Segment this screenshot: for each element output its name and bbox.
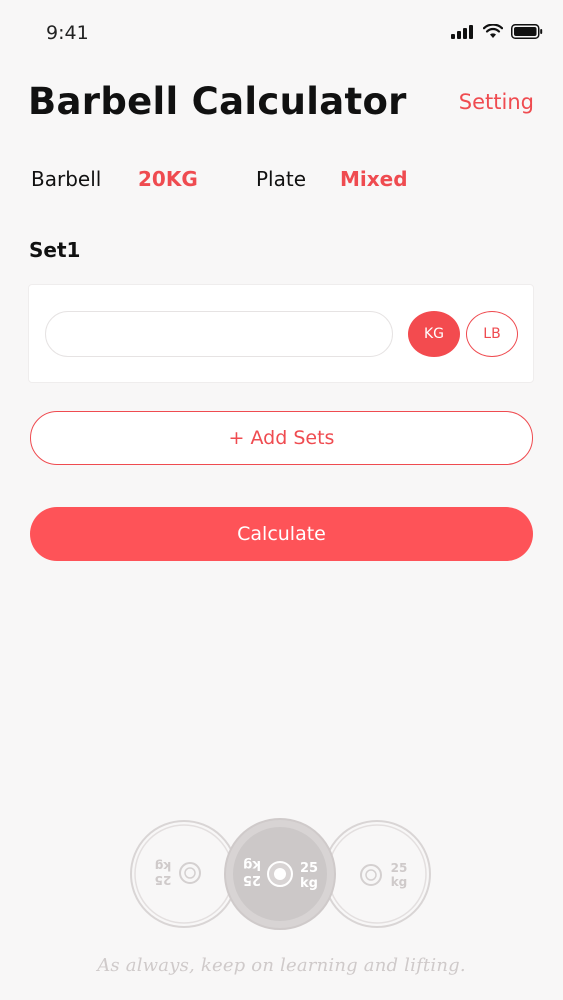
plate-center-value-mirror: 25 bbox=[243, 872, 261, 887]
battery-icon bbox=[511, 24, 543, 39]
weight-input[interactable] bbox=[45, 311, 393, 357]
wifi-icon bbox=[483, 24, 503, 38]
unit-kg-button[interactable]: KG bbox=[408, 311, 460, 357]
setting-link[interactable]: Setting bbox=[459, 90, 534, 114]
cellular-signal-icon bbox=[451, 24, 473, 39]
barbell-label: Barbell bbox=[31, 167, 102, 191]
barbell-value-selector[interactable]: 20KG bbox=[138, 167, 198, 191]
calculate-button[interactable]: Calculate bbox=[30, 507, 533, 561]
unit-lb-button[interactable]: LB bbox=[466, 311, 518, 357]
set-label: Set1 bbox=[29, 238, 81, 262]
plate-left-unit: kg bbox=[155, 859, 172, 873]
status-time: 9:41 bbox=[46, 22, 89, 44]
add-sets-button[interactable]: + Add Sets bbox=[30, 411, 533, 465]
status-bar: 9:41 bbox=[0, 0, 563, 66]
page-title: Barbell Calculator bbox=[28, 80, 407, 123]
plate-left: 25 kg bbox=[130, 820, 238, 928]
plate-center-unit: kg bbox=[300, 876, 318, 891]
plate-center-unit-mirror: kg bbox=[243, 857, 261, 872]
motto-text: As always, keep on learning and lifting. bbox=[97, 955, 466, 976]
plate-right: 25 kg bbox=[323, 820, 431, 928]
plate-left-value: 25 bbox=[155, 873, 172, 887]
plate-center-value: 25 bbox=[300, 861, 318, 876]
plate-label: Plate bbox=[256, 167, 307, 191]
plate-center: 25 kg 25 kg bbox=[224, 818, 336, 930]
weight-plates-illustration: 25 kg 25 kg 25 kg 25 kg bbox=[130, 818, 431, 930]
plate-right-unit: kg bbox=[391, 875, 408, 889]
plate-value-selector[interactable]: Mixed bbox=[340, 167, 408, 191]
plate-right-value: 25 bbox=[391, 861, 408, 875]
status-icons bbox=[451, 24, 543, 39]
set-card: KG LB bbox=[28, 284, 534, 383]
